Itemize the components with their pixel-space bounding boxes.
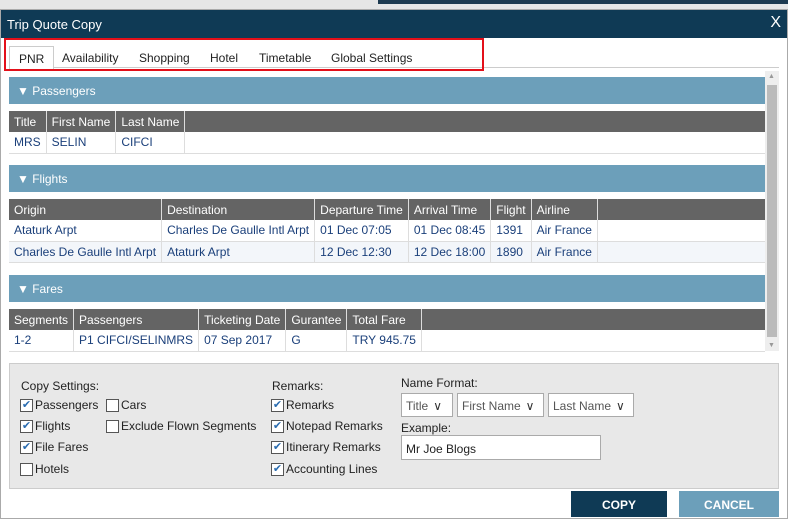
fares-section-header[interactable]: ▼ Fares [9, 275, 765, 302]
settings-panel: Copy Settings: ✔ Passengers ✔ Flights ✔ Fil… [9, 363, 779, 489]
checkbox-cars[interactable]: Cars [106, 398, 146, 412]
cell: 1-2 [9, 330, 75, 352]
cell: 1391 [490, 220, 532, 242]
close-icon[interactable]: X [770, 14, 781, 32]
cell: G [285, 330, 348, 352]
checkbox-notepad-remarks[interactable]: ✔ Notepad Remarks [271, 419, 383, 433]
copy-button[interactable]: COPY [571, 491, 667, 517]
col-flight: Flight [490, 199, 532, 220]
label: Exclude Flown Segments [121, 419, 257, 433]
example-label: Example: [401, 421, 452, 435]
cell: TRY 945.75 [346, 330, 422, 352]
background-strip [0, 0, 788, 9]
col-destination: Destination [161, 199, 316, 220]
checkbox-remarks[interactable]: ✔ Remarks [271, 398, 334, 412]
check-icon: ✔ [271, 440, 284, 454]
col-gurantee: Gurantee [285, 309, 348, 330]
check-icon: ✔ [20, 419, 33, 433]
cell: P1 CIFCI/SELINMRS [73, 330, 200, 352]
cancel-button[interactable]: CANCEL [679, 491, 779, 517]
check-icon: ✔ [271, 398, 284, 412]
col-departure: Departure Time [314, 199, 409, 220]
last-name-dropdown[interactable]: Last Name ∨ [548, 393, 634, 417]
label: Hotels [35, 462, 70, 476]
cell: 1890 [490, 241, 532, 263]
col-airline: Airline [531, 199, 598, 220]
highlight-box [4, 38, 484, 71]
cell: Charles De Gaulle Intl Arpt [9, 241, 163, 263]
vertical-scrollbar[interactable]: ▲ ▼ [765, 71, 779, 351]
label: Last Name [553, 399, 612, 413]
table-row[interactable]: Ataturk Arpt Charles De Gaulle Intl Arpt 0… [9, 220, 765, 242]
checkbox-hotels[interactable]: Hotels [20, 462, 69, 476]
label: Cars [121, 398, 147, 412]
pnr-content: ▼ Passengers Title First Name Last Name MR… [9, 71, 765, 352]
scroll-up-icon[interactable]: ▲ [768, 73, 775, 80]
remarks-label: Remarks: [272, 379, 324, 393]
label: Notepad Remarks [286, 419, 383, 433]
check-icon: ✔ [20, 398, 33, 412]
cell: Ataturk Arpt [161, 241, 316, 263]
title-dropdown[interactable]: Title ∨ [401, 393, 453, 417]
scrollbar-thumb[interactable] [767, 85, 777, 337]
title-bar: Trip Quote Copy X [1, 10, 787, 38]
checkbox-file-fares[interactable]: ✔ File Fares [20, 440, 88, 454]
label: Accounting Lines [286, 462, 378, 476]
col-segments: Segments [9, 309, 75, 330]
col-arrival: Arrival Time [408, 199, 492, 220]
checkbox-flights[interactable]: ✔ Flights [20, 419, 70, 433]
dialog-title: Trip Quote Copy [7, 17, 102, 32]
label: Remarks [286, 398, 335, 412]
flights-section-header[interactable]: ▼ Flights [9, 165, 765, 192]
col-last-name: Last Name [115, 111, 186, 132]
cell: 07 Sep 2017 [198, 330, 287, 352]
fares-table: Segments Passengers Ticketing Date Gurantee… [9, 309, 765, 352]
cell: Air France [531, 241, 598, 263]
label: Passengers [35, 398, 99, 412]
label: Title [406, 399, 429, 413]
label: Itinerary Remarks [286, 440, 381, 454]
cell: 01 Dec 08:45 [408, 220, 492, 242]
col-first-name: First Name [46, 111, 117, 132]
cell: Charles De Gaulle Intl Arpt [161, 220, 316, 242]
flights-table: Origin Destination Departure Time Arrival T… [9, 199, 765, 263]
checkbox-itinerary-remarks[interactable]: ✔ Itinerary Remarks [271, 440, 381, 454]
table-row[interactable]: MRS SELIN CIFCI [9, 132, 765, 154]
checkbox-accounting-lines[interactable]: ✔ Accounting Lines [271, 462, 377, 476]
label: First Name [462, 399, 521, 413]
copy-settings-label: Copy Settings: [21, 379, 100, 393]
check-icon: ✔ [20, 440, 33, 454]
passengers-table: Title First Name Last Name MRS SELIN CIFCI [9, 111, 765, 154]
check-icon: ✔ [271, 462, 284, 476]
checkbox-exclude-flown-segments[interactable]: Exclude Flown Segments [106, 419, 256, 433]
trip-quote-copy-dialog: Trip Quote Copy X PNR Availability Shopp… [0, 9, 788, 519]
col-title: Title [9, 111, 47, 132]
cell: 12 Dec 18:00 [408, 241, 492, 263]
cell: MRS [9, 132, 47, 154]
cell: 01 Dec 07:05 [314, 220, 409, 242]
passengers-section-header[interactable]: ▼ Passengers [9, 77, 765, 104]
chevron-down-icon: ∨ [616, 399, 625, 413]
col-ticketing-date: Ticketing Date [198, 309, 287, 330]
check-icon: ✔ [271, 419, 284, 433]
chevron-down-icon: ∨ [525, 399, 535, 413]
cell: SELIN [46, 132, 117, 154]
example-field[interactable]: Mr Joe Blogs [401, 435, 601, 460]
name-format-label: Name Format: [401, 376, 478, 390]
cell: CIFCI [115, 132, 186, 154]
label: Flights [35, 419, 71, 433]
col-total-fare: Total Fare [346, 309, 422, 330]
chevron-down-icon: ∨ [433, 399, 443, 413]
first-name-dropdown[interactable]: First Name ∨ [457, 393, 544, 417]
cell: 12 Dec 12:30 [314, 241, 409, 263]
checkbox-passengers[interactable]: ✔ Passengers [20, 398, 98, 412]
table-row[interactable]: 1-2 P1 CIFCI/SELINMRS 07 Sep 2017 G TRY 945.… [9, 330, 765, 352]
label: File Fares [35, 440, 89, 454]
table-row[interactable]: Charles De Gaulle Intl Arpt Ataturk Arpt 1… [9, 241, 765, 263]
cell: Air France [531, 220, 598, 242]
col-passengers: Passengers [73, 309, 200, 330]
cell: Ataturk Arpt [9, 220, 163, 242]
scroll-down-icon[interactable]: ▼ [768, 342, 775, 349]
col-origin: Origin [9, 199, 163, 220]
